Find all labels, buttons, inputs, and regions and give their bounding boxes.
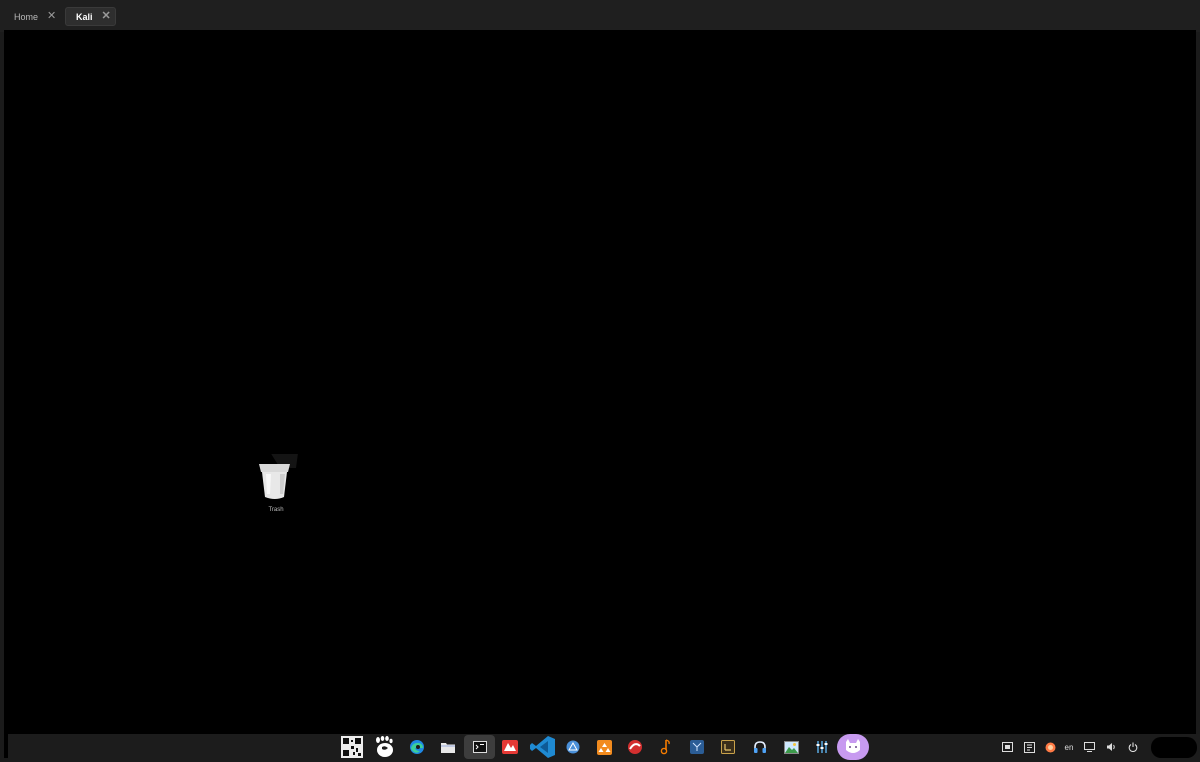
cat-icon [837,734,869,760]
taskbar-app-blue-square[interactable] [684,735,710,759]
dark-square-icon [721,740,735,754]
tab-kali[interactable]: Kali ✕ [65,7,116,26]
vm-window: Home ✕ Kali ✕ Trash en [0,0,1200,762]
status-dot-icon [1045,742,1055,752]
taskbar-app-red[interactable] [497,735,523,759]
gnome-foot-icon [376,736,393,757]
screenshot-icon [1001,742,1013,752]
volume-icon [1106,743,1115,751]
taskbar-app-orange-music[interactable] [653,735,679,759]
taskbar-app-red-circle[interactable] [622,735,648,759]
trash-desktop-icon[interactable]: Trash [256,450,306,518]
taskbar-app-dark-square[interactable] [715,735,741,759]
tab-home-label: Home [14,11,39,22]
taskbar-app-vscode[interactable] [528,735,558,759]
orange-app-icon [596,739,612,755]
headphones-icon [754,741,766,753]
taskbar-app-headphones[interactable] [747,735,773,759]
tray-language[interactable]: en [1061,738,1077,756]
music-icon [660,739,670,755]
terminal-icon [472,741,487,753]
taskbar-app-orange[interactable] [591,735,617,759]
close-icon[interactable]: ✕ [47,11,56,22]
taskbar: en [8,734,1200,760]
taskbar-app-cat[interactable] [837,734,869,760]
taskbar-app-tools[interactable] [809,735,835,759]
tray-display[interactable] [1081,738,1097,756]
edge-browser-icon [410,740,424,754]
tray-volume[interactable] [1103,738,1119,756]
taskbar-app-files[interactable] [435,735,461,759]
image-viewer-icon [783,740,799,754]
blue-square-icon [690,740,704,754]
qr-code-icon [341,736,363,758]
vm-display[interactable]: Trash en [4,30,1200,760]
close-icon[interactable]: ✕ [102,11,111,22]
trash-icon [259,450,298,499]
monitor-icon [1083,742,1095,752]
tray-clipboard[interactable] [1021,738,1037,756]
tray-notification[interactable] [1042,738,1058,756]
compass-icon [566,740,580,754]
taskbar-app-image[interactable] [778,735,804,759]
tray-power[interactable] [1125,738,1141,756]
vscode-icon [530,736,555,758]
tray-screenshot[interactable] [999,738,1015,756]
power-icon [1128,742,1138,752]
taskbar-app-qr[interactable] [339,735,365,759]
red-app-icon [502,740,518,754]
clipboard-icon [1023,741,1035,753]
red-circle-icon [628,740,642,754]
tab-kali-label: Kali [76,11,93,22]
trash-label: Trash [268,507,284,513]
taskbar-app-edge[interactable] [404,735,430,759]
folder-icon [441,743,455,753]
tab-home[interactable]: Home ✕ [4,7,62,26]
taskbar-app-terminal[interactable] [464,735,495,759]
taskbar-app-gnome[interactable] [371,735,397,759]
tab-bar: Home ✕ Kali ✕ [0,0,1200,32]
user-avatar[interactable] [1151,737,1197,758]
tools-icon [816,741,828,753]
taskbar-app-blue-circle[interactable] [560,735,586,759]
